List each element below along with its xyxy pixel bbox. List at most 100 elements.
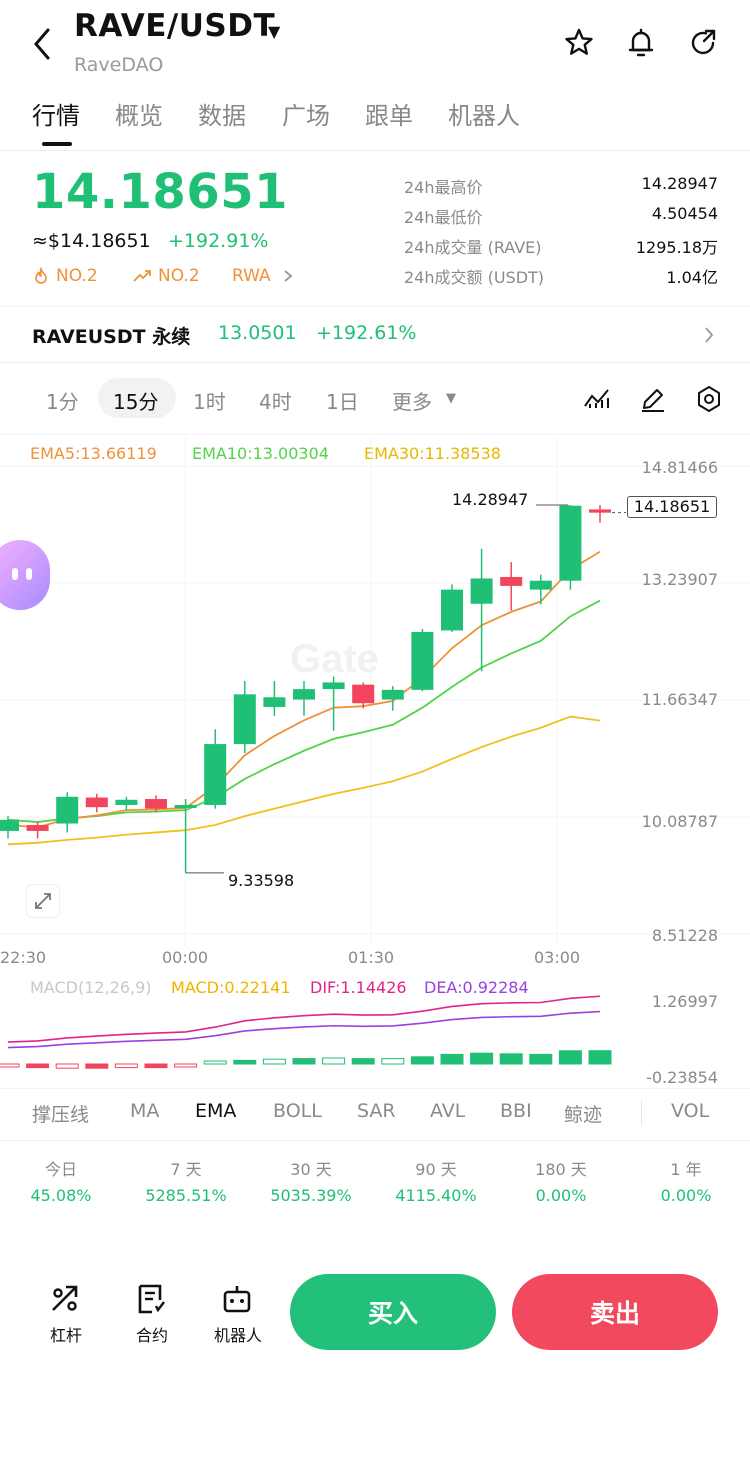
sector-tag[interactable]: RWA <box>232 266 295 286</box>
interval-4h[interactable]: 4时 <box>259 386 292 415</box>
candle-body <box>441 589 463 631</box>
candle <box>115 796 138 811</box>
tab-square[interactable]: 广场 <box>282 96 330 131</box>
hot-rank-tag[interactable]: NO.2 <box>32 266 98 286</box>
perf-value: 5285.51% <box>145 1186 227 1205</box>
high-annotation: 14.28947 <box>452 490 529 509</box>
divider <box>0 434 750 435</box>
candle <box>293 680 315 716</box>
candle <box>322 676 345 731</box>
indicator-icon[interactable] <box>582 384 612 418</box>
last-price: 14.18651 <box>32 164 289 220</box>
macd-bar <box>410 1056 434 1065</box>
macd-chart <box>0 995 612 1069</box>
candle-body <box>293 689 315 700</box>
share-icon[interactable] <box>686 26 720 60</box>
candle <box>470 548 493 672</box>
indicator-support[interactable]: 撑压线 <box>32 1100 89 1127</box>
star-icon[interactable] <box>562 26 596 60</box>
contract-label[interactable]: 合约 <box>107 1322 197 1346</box>
macd-bar <box>529 1053 553 1065</box>
indicator-ma[interactable]: MA <box>130 1100 159 1122</box>
macd-bar <box>203 1060 227 1065</box>
interval-more[interactable]: 更多 <box>392 386 432 415</box>
y-axis-label: 10.08787 <box>641 812 718 831</box>
pair-subtitle: RaveDAO <box>74 54 164 76</box>
tab-copy-trading[interactable]: 跟单 <box>365 96 413 131</box>
stat-high-value: 14.28947 <box>641 174 718 193</box>
back-button[interactable] <box>28 24 58 64</box>
time-label: 22:30 <box>0 948 47 967</box>
draw-icon[interactable] <box>638 384 668 418</box>
macd-bar <box>588 1050 612 1065</box>
interval-1d[interactable]: 1日 <box>326 386 359 415</box>
price-change: +192.91% <box>168 230 269 252</box>
perp-change: +192.61% <box>316 322 417 344</box>
robot-icon[interactable] <box>220 1282 254 1316</box>
bell-icon[interactable] <box>624 26 658 60</box>
perf-value: 0.00% <box>535 1186 587 1205</box>
buy-button[interactable]: 买入 <box>290 1274 496 1350</box>
macd-bar <box>0 1063 20 1068</box>
stat-turnover-label: 24h成交额 (USDT) <box>404 268 545 287</box>
tab-market[interactable]: 行情 <box>32 96 80 131</box>
indicator-bbi[interactable]: BBI <box>500 1100 532 1122</box>
indicator-whale[interactable]: 鲸迹 <box>564 1100 602 1127</box>
indicator-boll[interactable]: BOLL <box>273 1100 322 1122</box>
interval-15m[interactable]: 15分 <box>113 386 158 415</box>
time-label: 01:30 <box>348 948 395 967</box>
dif-line <box>7 995 601 1043</box>
tab-bots[interactable]: 机器人 <box>448 96 520 131</box>
candle <box>85 793 108 813</box>
leverage-icon[interactable] <box>48 1282 82 1316</box>
fullscreen-icon[interactable] <box>26 884 60 918</box>
ema30-line <box>7 715 601 846</box>
macd-bar <box>499 1053 523 1065</box>
candle <box>441 584 463 632</box>
macd-bar <box>440 1053 464 1065</box>
tab-overview[interactable]: 概览 <box>115 96 163 131</box>
candle-body <box>352 684 375 704</box>
candle-body <box>381 689 404 700</box>
perp-price: 13.0501 <box>218 322 297 344</box>
indicator-sar[interactable]: SAR <box>357 1100 396 1122</box>
leverage-label[interactable]: 杠杆 <box>21 1322 111 1346</box>
candle <box>589 504 611 523</box>
candle-body <box>174 804 197 808</box>
tab-data[interactable]: 数据 <box>198 96 246 131</box>
candle-body <box>26 825 49 831</box>
indicator-ema[interactable]: EMA <box>195 1100 236 1122</box>
candle <box>233 680 256 753</box>
trend-up-icon <box>133 270 151 282</box>
macd-bar <box>233 1059 257 1065</box>
assistant-bubble[interactable] <box>0 540 50 610</box>
divider <box>0 150 750 151</box>
macd-bar <box>55 1063 79 1069</box>
robot-label[interactable]: 机器人 <box>193 1322 283 1346</box>
last-price-tag: 14.18651 <box>627 496 717 518</box>
pair-title[interactable]: RAVE/USDT <box>74 8 275 44</box>
candle-body <box>500 576 523 586</box>
indicator-avl[interactable]: AVL <box>430 1100 465 1122</box>
perp-name[interactable]: RAVEUSDT 永续 <box>32 322 190 349</box>
contract-icon[interactable] <box>134 1282 168 1316</box>
candle <box>381 686 404 711</box>
watermark: Gate <box>290 637 379 681</box>
macd-bar <box>381 1058 405 1065</box>
macd-bar <box>558 1050 582 1065</box>
settings-icon[interactable] <box>694 384 724 418</box>
candle-body <box>204 744 227 805</box>
sell-button[interactable]: 卖出 <box>512 1274 718 1350</box>
divider <box>0 362 750 363</box>
gainers-rank-tag[interactable]: NO.2 <box>132 266 200 286</box>
interval-1h[interactable]: 1时 <box>193 386 226 415</box>
interval-1m[interactable]: 1分 <box>46 386 79 415</box>
more-caret-icon[interactable]: ▼ <box>446 391 456 406</box>
macd-bar <box>114 1063 138 1069</box>
perf-value: 4115.40% <box>395 1186 477 1205</box>
macd-bar <box>351 1058 375 1065</box>
pair-dropdown-icon[interactable]: ▼ <box>268 22 280 41</box>
dea-line <box>7 1010 601 1049</box>
indicator-vol[interactable]: VOL <box>671 1100 709 1122</box>
perp-chevron-icon[interactable] <box>702 324 716 350</box>
